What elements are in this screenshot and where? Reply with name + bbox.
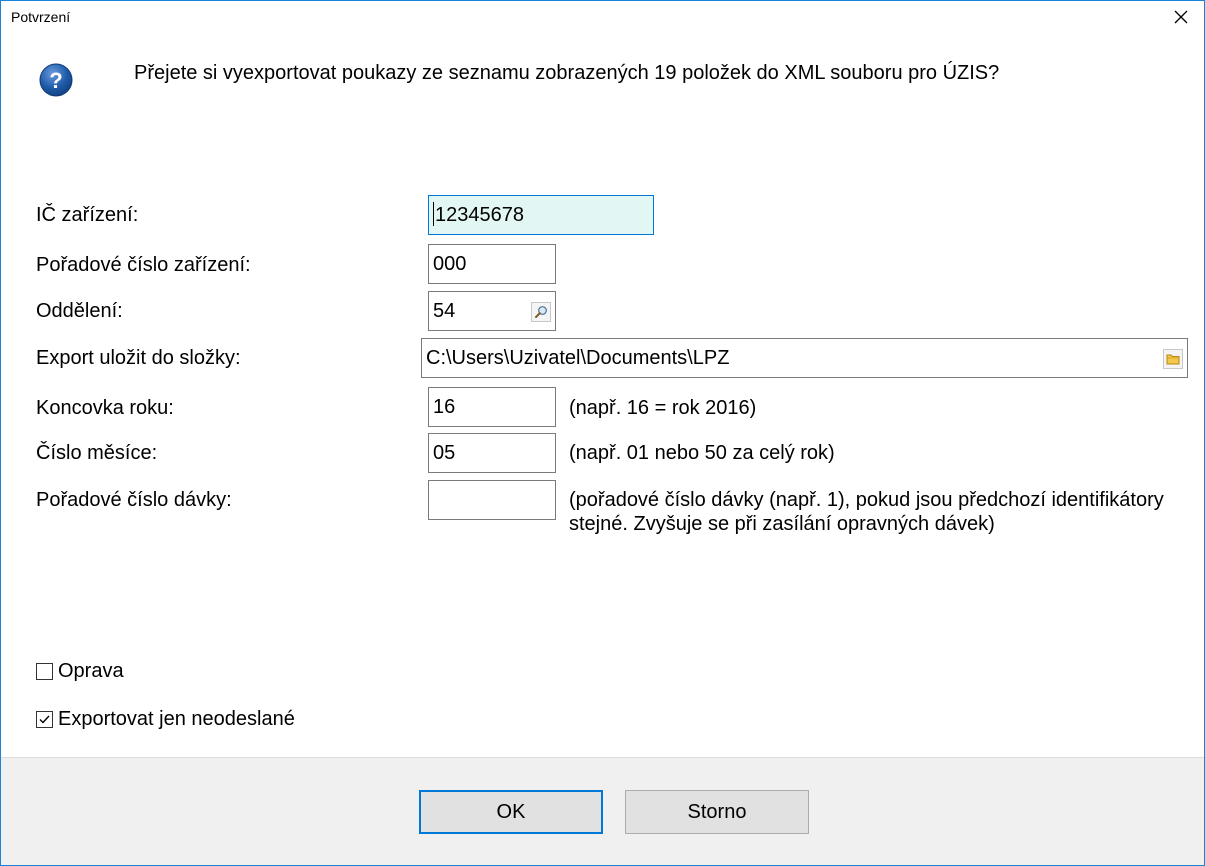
poradove-cislo-davky-label: Pořadové číslo dávky: [36,489,232,511]
poradove-cislo-input[interactable]: 000 [428,244,556,284]
text-caret [433,202,434,227]
export-folder-value: C:\Users\Uzivatel\Documents\LPZ [426,347,730,369]
folder-icon [1166,354,1180,365]
poradove-cislo-davky-input[interactable] [428,480,556,520]
confirmation-message: Přejete si vyexportovat poukazy ze sezna… [134,62,1000,84]
dialog-title: Potvrzení [11,9,71,25]
ok-button[interactable]: OK [419,790,603,834]
ic-label: IČ zařízení: [36,204,139,226]
title-bar: Potvrzení [1,1,1204,33]
svg-text:?: ? [49,68,62,93]
confirmation-dialog: Potvrzení ? Přejete si vyexportovat pouk… [0,0,1205,866]
exportovat-neodeslane-checkbox-box[interactable] [36,710,53,728]
cislo-mesice-value: 05 [433,442,456,464]
oddeleni-input[interactable]: 54 [428,291,556,331]
oddeleni-search-button[interactable] [531,302,551,322]
export-folder-input[interactable]: C:\Users\Uzivatel\Documents\LPZ [421,338,1188,378]
cislo-mesice-input[interactable]: 05 [428,433,556,473]
poradove-cislo-value: 000 [433,253,467,275]
storno-button[interactable]: Storno [625,790,809,834]
close-icon [1174,10,1188,24]
oddeleni-value: 54 [433,300,456,322]
koncovka-roku-hint: (např. 16 = rok 2016) [569,397,757,419]
ic-input[interactable]: 12345678 [428,195,654,235]
exportovat-neodeslane-label: Exportovat jen neodeslané [58,708,295,730]
ic-value: 12345678 [435,204,524,226]
close-button[interactable] [1158,1,1204,33]
poradove-cislo-label: Pořadové číslo zařízení: [36,254,251,276]
koncovka-roku-input[interactable]: 16 [428,387,556,427]
koncovka-roku-value: 16 [433,396,456,418]
oprava-checkbox[interactable]: Oprava [36,659,124,683]
button-bar: OK Storno [1,757,1204,865]
browse-folder-button[interactable] [1163,349,1183,369]
checkmark-icon [39,715,50,724]
question-icon: ? [39,63,73,97]
cislo-mesice-label: Číslo měsíce: [36,442,158,464]
search-icon [535,306,547,318]
poradove-cislo-davky-hint: (pořadové číslo dávky (např. 1), pokud j… [569,489,1164,535]
cislo-mesice-hint: (např. 01 nebo 50 za celý rok) [569,442,835,464]
exportovat-neodeslane-checkbox[interactable]: Exportovat jen neodeslané [36,707,295,731]
export-folder-label: Export uložit do složky: [36,347,241,369]
oddeleni-label: Oddělení: [36,300,123,322]
koncovka-roku-label: Koncovka roku: [36,397,174,419]
oprava-label: Oprava [58,660,124,682]
oprava-checkbox-box[interactable] [36,662,53,680]
